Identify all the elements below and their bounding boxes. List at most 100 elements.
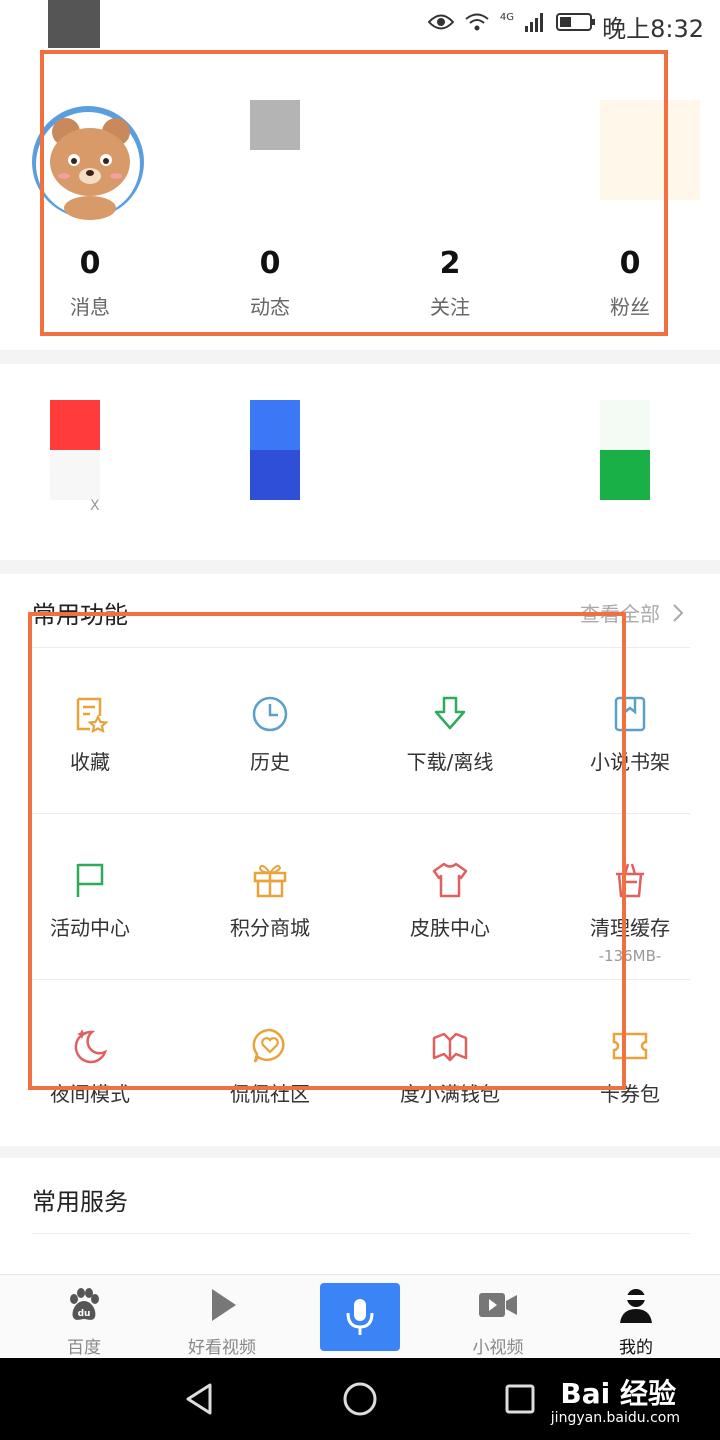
status-bar: 4G 晚上8:32 xyxy=(0,0,720,50)
tshirt-icon xyxy=(432,862,468,898)
microphone-icon xyxy=(346,1299,374,1335)
tile-green-bottom xyxy=(600,450,650,500)
moments-thumbnail xyxy=(250,100,300,150)
nav-label: 小视频 xyxy=(472,1338,524,1358)
function-clear-cache[interactable]: 清理缓存 -136MB- xyxy=(540,814,720,979)
function-wallet[interactable]: 度小满钱包 xyxy=(360,980,540,1145)
quick-tile-green[interactable] xyxy=(600,400,650,500)
common-functions-title: 常用功能 xyxy=(32,601,128,629)
function-bookshelf[interactable]: 小说书架 xyxy=(540,648,720,813)
function-coupons[interactable]: 卡券包 xyxy=(540,980,720,1145)
watermark-logo: Bai 经验 xyxy=(560,1377,676,1410)
tile-red-bottom xyxy=(50,450,100,500)
function-label: 小说书架 xyxy=(590,750,670,774)
flag-icon xyxy=(76,863,104,897)
watermark-url: jingyan.baidu.com xyxy=(550,1410,680,1426)
tile-blue-top xyxy=(250,400,300,450)
stat-count: 0 xyxy=(259,246,281,281)
stat-label: 动态 xyxy=(250,295,290,319)
function-label: 活动中心 xyxy=(50,916,130,940)
stat-count: 0 xyxy=(79,246,101,281)
function-label: 侃侃社区 xyxy=(230,1082,310,1106)
stat-moments[interactable]: 0 动态 xyxy=(215,246,325,320)
stat-following[interactable]: 2 关注 xyxy=(395,246,505,320)
tile-red-top xyxy=(50,400,100,450)
function-community[interactable]: 侃侃社区 xyxy=(180,980,360,1145)
function-activity-center[interactable]: 活动中心 xyxy=(0,814,180,979)
nav-short-video[interactable]: 小视频 xyxy=(428,1275,568,1359)
stat-count: 2 xyxy=(439,246,461,281)
bear-avatar-icon xyxy=(32,106,144,220)
section-separator xyxy=(0,1146,720,1158)
eye-icon xyxy=(427,14,454,30)
followers-thumbnail xyxy=(600,100,700,200)
function-label: 度小满钱包 xyxy=(400,1082,500,1106)
wifi-icon xyxy=(465,13,489,31)
function-label: 夜间模式 xyxy=(50,1082,130,1106)
status-time: 晚上8:32 xyxy=(602,15,704,43)
function-label: 积分商城 xyxy=(230,916,310,940)
section-separator xyxy=(0,350,720,364)
view-all-link[interactable]: 查看全部 xyxy=(580,598,684,627)
nav-label: 好看视频 xyxy=(188,1338,256,1358)
function-label: 历史 xyxy=(250,750,290,774)
home-icon[interactable] xyxy=(342,1381,378,1417)
nav-label: 我的 xyxy=(619,1338,653,1358)
function-label: 收藏 xyxy=(70,750,110,774)
function-label: 下载/离线 xyxy=(406,750,494,774)
network-type: 4G xyxy=(499,11,514,23)
stat-label: 粉丝 xyxy=(610,295,650,319)
stat-fans[interactable]: 0 粉丝 xyxy=(575,246,685,320)
chat-heart-icon xyxy=(252,1028,285,1063)
recents-icon[interactable] xyxy=(502,1381,538,1417)
nav-label: 百度 xyxy=(67,1338,101,1358)
avatar[interactable] xyxy=(30,100,150,220)
quick-tile-label: X xyxy=(90,498,100,514)
function-label: 皮肤中心 xyxy=(410,916,490,940)
divider xyxy=(32,1233,690,1234)
nav-haokan-video[interactable]: 好看视频 xyxy=(152,1275,292,1359)
tile-blue-bottom xyxy=(250,450,300,500)
battery-icon xyxy=(556,13,595,31)
video-camera-icon xyxy=(479,1293,517,1317)
paw-icon: du xyxy=(70,1288,99,1320)
function-skin-center[interactable]: 皮肤中心 xyxy=(360,814,540,979)
common-services-title: 常用服务 xyxy=(32,1188,128,1216)
favorites-icon xyxy=(76,697,109,733)
profile-stats-area: 0 消息 0 动态 2 关注 0 粉丝 xyxy=(0,48,720,348)
trash-icon xyxy=(616,863,644,898)
quick-tiles: X xyxy=(0,364,720,564)
nav-baidu[interactable]: du 百度 xyxy=(14,1275,154,1359)
stat-messages[interactable]: 0 消息 xyxy=(35,246,145,320)
voice-search-button[interactable] xyxy=(320,1283,400,1351)
quick-tile-red[interactable] xyxy=(50,400,100,500)
gift-icon xyxy=(253,864,287,898)
status-icons: 4G xyxy=(427,11,596,33)
function-label: 清理缓存 xyxy=(590,916,670,940)
moon-icon xyxy=(74,1029,108,1064)
bookmark-book-icon xyxy=(614,696,646,732)
stat-label: 关注 xyxy=(430,295,470,319)
function-label: 卡券包 xyxy=(600,1082,660,1106)
download-arrow-icon xyxy=(434,696,466,730)
clock-icon xyxy=(252,696,288,732)
stat-label: 消息 xyxy=(70,295,110,319)
function-history[interactable]: 历史 xyxy=(180,648,360,813)
back-icon[interactable] xyxy=(182,1381,218,1417)
function-points-mall[interactable]: 积分商城 xyxy=(180,814,360,979)
user-icon xyxy=(620,1289,652,1323)
chevron-right-icon xyxy=(673,603,684,622)
signal-icon xyxy=(525,13,543,32)
system-nav-bar: Bai 经验 jingyan.baidu.com xyxy=(0,1358,720,1440)
status-left-tile xyxy=(48,0,100,48)
nav-mine[interactable]: 我的 xyxy=(566,1275,706,1359)
function-night-mode[interactable]: 夜间模式 xyxy=(0,980,180,1145)
quick-tile-blue[interactable] xyxy=(250,400,300,500)
function-download[interactable]: 下载/离线 xyxy=(360,648,540,813)
function-favorites[interactable]: 收藏 xyxy=(0,648,180,813)
tile-green-top xyxy=(600,400,650,450)
functions-grid: 收藏 历史 下载/离线 小说书架 活动中心 积分商城 皮肤中心 清理缓存 -13… xyxy=(0,648,720,1144)
stat-count: 0 xyxy=(619,246,641,281)
bottom-nav: du 百度 好看视频 小视频 我的 xyxy=(0,1274,720,1358)
view-all-label: 查看全部 xyxy=(580,602,660,626)
